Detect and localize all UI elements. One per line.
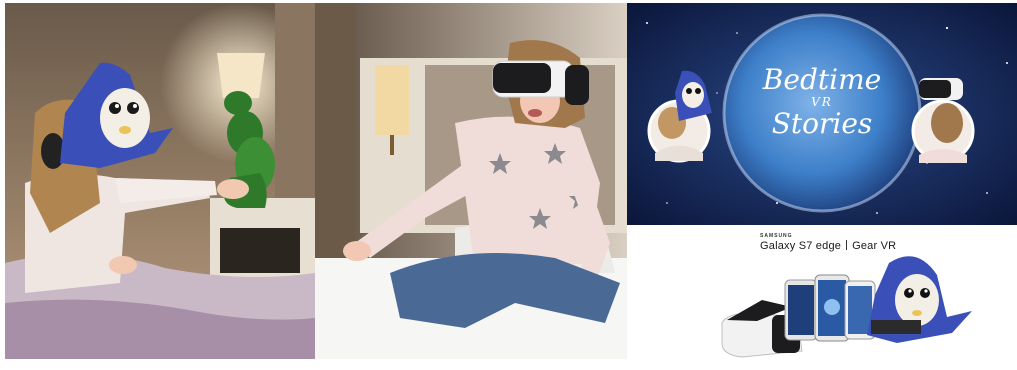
penguin-mask: [867, 256, 972, 343]
product-ad-art: [721, 256, 972, 358]
banner-bedtime-vr-stories: Bedtime VR Stories: [627, 3, 1017, 225]
photo-girl-penguin-mask: [5, 3, 315, 359]
photo-woman-gear-vr: [315, 3, 627, 359]
banner-title: Bedtime VR Stories: [722, 65, 922, 139]
title-bedtime: Bedtime: [762, 63, 882, 96]
phones: [784, 274, 876, 342]
product-ad-panel: SAMSUNG Galaxy S7 edge Gear VR: [627, 225, 1017, 370]
photo-woman-gear-vr-art: [315, 3, 627, 359]
title-stories: Stories: [771, 107, 873, 140]
photo-girl-penguin-mask-art: [5, 3, 315, 359]
